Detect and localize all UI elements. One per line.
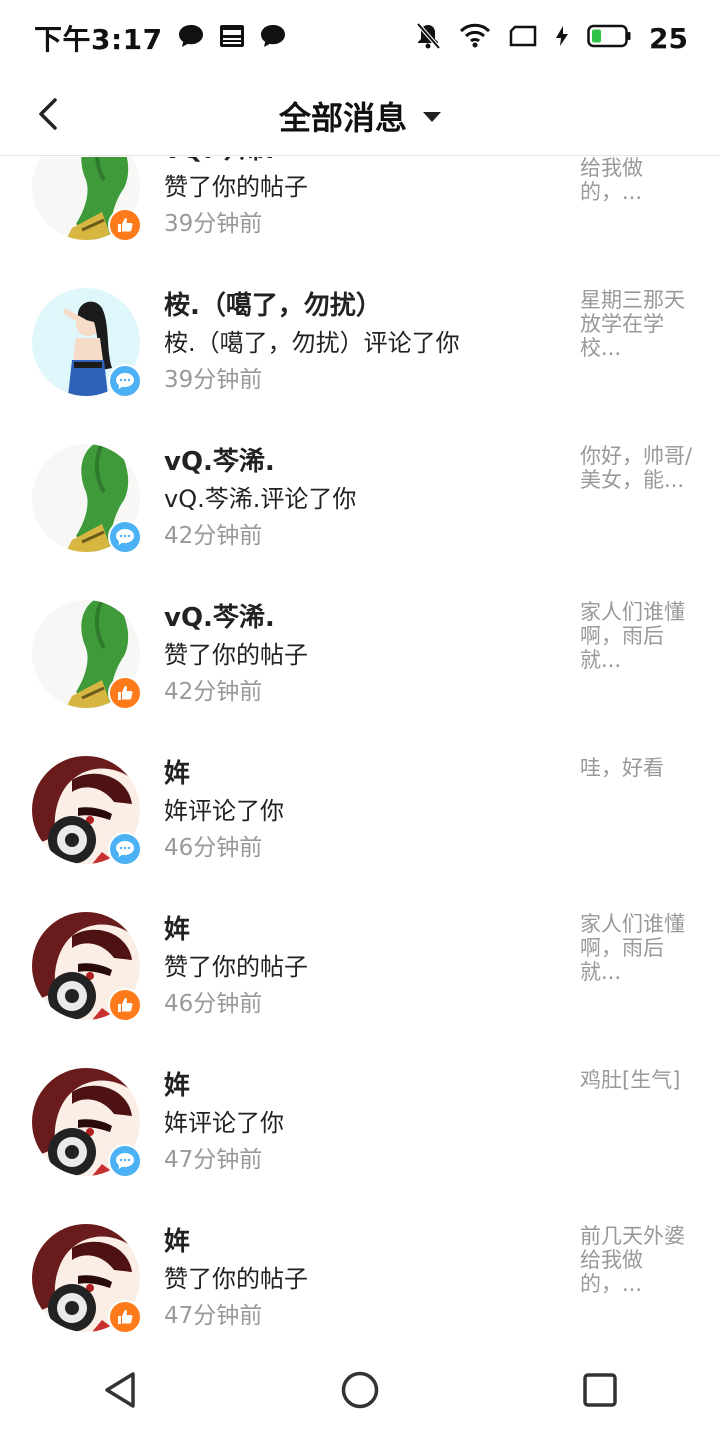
thumbs-up-badge-icon (108, 676, 142, 710)
sender-name[interactable]: 姩 (164, 1224, 554, 1260)
title-dropdown[interactable]: 全部消息 (0, 76, 720, 156)
post-preview[interactable]: 前几天外婆给我做的，... (580, 157, 698, 204)
nav-recents-icon (582, 1372, 618, 1412)
post-preview[interactable]: 前几天外婆给我做的，... (580, 1224, 698, 1296)
message-action: 姩评论了你 (164, 1109, 284, 1137)
status-left: 下午3:17 (34, 18, 287, 58)
message-row[interactable]: vQ.芩浠. 赞了你的帖子 42分钟前 家人们谁懂啊，雨后就... (0, 600, 720, 756)
post-preview[interactable]: 哇，好看 (580, 756, 698, 780)
post-preview[interactable]: 家人们谁懂啊，雨后就... (580, 600, 698, 672)
message-time: 46分钟前 (164, 991, 263, 1017)
avatar-wrap[interactable] (32, 444, 142, 554)
message-time: 39分钟前 (164, 367, 263, 393)
message-time: 42分钟前 (164, 679, 263, 705)
status-bar: 下午3:17 25 (0, 0, 720, 76)
screen: 下午3:17 25 全部消息 赞了你的帖子 39分钟前 给我做的，... 桉.（… (0, 0, 720, 1440)
page-title: 全部消息 (278, 99, 407, 137)
message-row[interactable]: vQ.芩浠. vQ.芩浠.评论了你 42分钟前 你好，帅哥/美女，能... (0, 444, 720, 600)
message-body: 姩姩评论了你 47分钟前 (164, 1068, 554, 1178)
post-preview[interactable]: 家人们谁懂啊，雨后就... (580, 912, 698, 984)
thumbs-up-badge-icon (108, 1300, 142, 1334)
post-preview[interactable]: 你好，帅哥/美女，能... (580, 444, 698, 492)
status-time: 下午3:17 (34, 23, 163, 56)
message-body: vQ.芩浠. 赞了你的帖子 39分钟前 (164, 157, 554, 242)
message-body: 姩赞了你的帖子 47分钟前 (164, 1224, 554, 1334)
nav-home-button[interactable] (320, 1352, 400, 1432)
message-action: 姩评论了你 (164, 797, 284, 825)
chat-bubble-icon (259, 23, 287, 53)
message-body: 姩赞了你的帖子 46分钟前 (164, 912, 554, 1022)
comment-badge-icon (108, 832, 142, 866)
bell-muted-icon (415, 22, 441, 54)
avatar-wrap[interactable] (32, 1068, 142, 1178)
avatar-wrap[interactable] (32, 157, 142, 242)
message-body: 桉.（噶了，勿扰） 桉.（噶了，勿扰）评论了你 39分钟前 (164, 288, 554, 398)
message-row[interactable]: 桉.（噶了，勿扰） 桉.（噶了，勿扰）评论了你 39分钟前 星期三那天放学在学校... (0, 288, 720, 444)
thumbs-up-badge-icon (108, 208, 142, 242)
wifi-icon (459, 23, 491, 53)
message-action: vQ.芩浠.评论了你 (164, 485, 357, 513)
caret-down-icon (423, 112, 441, 122)
charging-icon (555, 25, 569, 51)
message-row[interactable]: 姩姩评论了你 46分钟前 哇，好看 (0, 756, 720, 912)
header: 全部消息 (0, 76, 720, 156)
message-body: vQ.芩浠. vQ.芩浠.评论了你 42分钟前 (164, 444, 554, 554)
message-list-inner: vQ.芩浠.赞了你的帖子39分钟前前几天外婆给我做的，...桉.（噶了，勿扰）桉… (0, 157, 720, 1344)
status-right: 25 (415, 22, 688, 55)
battery-level: 25 (649, 21, 688, 55)
message-time: 39分钟前 (164, 211, 263, 237)
message-row[interactable]: 姩赞了你的帖子 47分钟前 前几天外婆给我做的，... (0, 1224, 720, 1344)
sender-name[interactable]: 桉.（噶了，勿扰） (164, 288, 554, 324)
message-action: 赞了你的帖子 (164, 173, 308, 201)
chat-bubble-icon (177, 23, 205, 53)
avatar-wrap[interactable] (32, 912, 142, 1022)
sender-name[interactable]: 姩 (164, 912, 554, 948)
thumbs-up-badge-icon (108, 988, 142, 1022)
message-time: 47分钟前 (164, 1303, 263, 1329)
message-action: 赞了你的帖子 (164, 953, 308, 981)
message-time: 42分钟前 (164, 523, 263, 549)
post-preview[interactable]: 星期三那天放学在学校... (580, 288, 698, 360)
message-body: vQ.芩浠. 赞了你的帖子 42分钟前 (164, 600, 554, 710)
avatar-wrap[interactable] (32, 756, 142, 866)
message-row[interactable]: vQ.芩浠. 赞了你的帖子 39分钟前 前几天外婆给我做的，... (0, 157, 720, 288)
message-row[interactable]: 姩赞了你的帖子 46分钟前 家人们谁懂啊，雨后就... (0, 912, 720, 1068)
sender-name[interactable]: 姩 (164, 756, 554, 792)
nav-back-button[interactable] (80, 1352, 160, 1432)
avatar-wrap[interactable] (32, 1224, 142, 1334)
message-list[interactable]: vQ.芩浠.赞了你的帖子39分钟前前几天外婆给我做的，...桉.（噶了，勿扰）桉… (0, 157, 720, 1344)
comment-badge-icon (108, 520, 142, 554)
comment-badge-icon (108, 1144, 142, 1178)
message-row[interactable]: 姩姩评论了你 47分钟前 鸡肚[生气] (0, 1068, 720, 1224)
nav-recents-button[interactable] (560, 1352, 640, 1432)
post-preview[interactable]: 鸡肚[生气] (580, 1068, 698, 1092)
sender-name[interactable]: vQ.芩浠. (164, 444, 554, 480)
message-action: 赞了你的帖子 (164, 1265, 308, 1293)
comment-badge-icon (108, 364, 142, 398)
news-icon (219, 24, 245, 52)
sender-name[interactable]: 姩 (164, 1068, 554, 1104)
message-body: 姩姩评论了你 46分钟前 (164, 756, 554, 866)
sender-name[interactable]: vQ.芩浠. (164, 600, 554, 636)
message-time: 47分钟前 (164, 1147, 263, 1173)
message-action: 桉.（噶了，勿扰）评论了你 (164, 329, 460, 357)
avatar-wrap[interactable] (32, 600, 142, 710)
message-time: 46分钟前 (164, 835, 263, 861)
nav-home-icon (340, 1370, 380, 1414)
sender-name[interactable]: vQ.芩浠. (164, 157, 554, 168)
avatar-wrap[interactable] (32, 288, 142, 398)
screen-icon (509, 24, 537, 52)
navigation-bar (0, 1344, 720, 1440)
message-action: 赞了你的帖子 (164, 641, 308, 669)
battery-icon (587, 24, 631, 52)
nav-back-icon (102, 1370, 138, 1414)
